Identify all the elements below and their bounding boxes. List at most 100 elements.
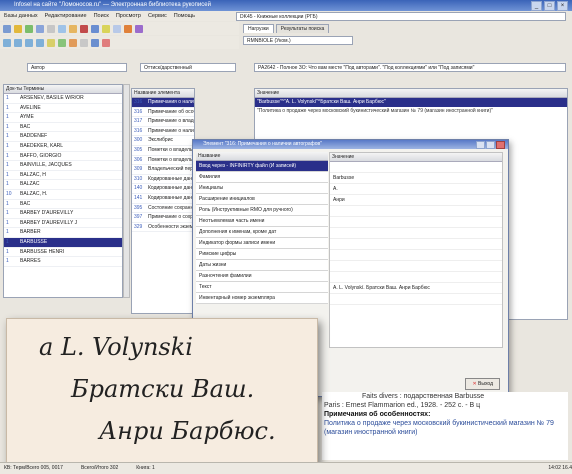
value-highlight[interactable]: "Barbusse"^"A. L. Volynskí"^Братски Ваш.… xyxy=(255,98,567,107)
maximize-icon[interactable]: □ xyxy=(544,1,555,11)
dialog-subfield-value[interactable]: A. xyxy=(330,184,502,195)
list-item[interactable]: 1 BALZAC xyxy=(4,180,122,190)
dialog-subfield-name[interactable]: Инициалы xyxy=(196,183,328,194)
list-item[interactable]: 1 BAFFO, GIORGIO xyxy=(4,152,122,162)
field-row[interactable]: 306 Пометки о владельце xyxy=(132,156,194,166)
dialog-subfield-value[interactable]: Barbusse xyxy=(330,173,502,184)
fields-list-header[interactable]: Название элемента xyxy=(132,89,194,98)
print-icon[interactable] xyxy=(36,24,44,33)
format-select[interactable]: RMNBIOLE (Уком.) xyxy=(243,36,353,45)
refresh-icon[interactable] xyxy=(80,38,88,47)
qualifier-select[interactable]: Оттиск/дарственный xyxy=(140,63,236,72)
menu-item-databases[interactable]: Базы данных xyxy=(4,11,38,21)
delete-icon[interactable] xyxy=(80,24,88,33)
dialog-subfield-value[interactable] xyxy=(330,261,502,272)
field-row[interactable]: 300 Экслибрис xyxy=(132,136,194,146)
dialog-subfield-name[interactable]: Даты жизни xyxy=(196,260,328,271)
copy-icon[interactable] xyxy=(58,24,66,33)
menu-item-help[interactable]: Помощь xyxy=(174,11,195,21)
field-row[interactable]: 329 Особенности экземпляра xyxy=(132,223,194,233)
list-item[interactable]: 1 BAC xyxy=(4,123,122,133)
list-item[interactable]: 1 BADDENEF xyxy=(4,132,122,142)
list-item[interactable]: 10 BALZAC, H. xyxy=(4,190,122,200)
open-icon[interactable] xyxy=(14,24,22,33)
dialog-subfield-value[interactable] xyxy=(330,206,502,217)
prev-record-icon[interactable] xyxy=(14,38,22,47)
field-row[interactable]: 316 Примечание об особенностях экземпляра xyxy=(132,108,194,118)
field-row[interactable]: 395 Состояние сохранности xyxy=(132,204,194,214)
next-record-icon[interactable] xyxy=(25,38,33,47)
field-row[interactable]: 316 Примечание о наличии автографов xyxy=(132,127,194,137)
list-item[interactable]: 1 BALZAC, H xyxy=(4,171,122,181)
menu-item-view[interactable]: Просмотр xyxy=(116,11,141,21)
save-icon[interactable] xyxy=(25,24,33,33)
dialog-subfield-name[interactable]: Текст xyxy=(196,282,328,293)
bold-icon[interactable] xyxy=(124,24,132,33)
dialog-subfield-name[interactable]: Неотъемлемая часть имени xyxy=(196,216,328,227)
zoom-icon[interactable] xyxy=(135,24,143,33)
value-panel-header[interactable]: Значение xyxy=(255,89,567,98)
list-item[interactable]: 1 BAC xyxy=(4,200,122,210)
stop-icon[interactable] xyxy=(102,38,110,47)
dialog-subfield-value[interactable] xyxy=(330,162,502,173)
minimize-icon[interactable]: _ xyxy=(531,1,542,11)
bookmark-icon[interactable] xyxy=(47,38,55,47)
list-item[interactable]: 1 BARBUSSE xyxy=(4,237,122,248)
dialog-subfield-value[interactable]: A. L. Volynskí. Братски Ваш. Анри Барбюс xyxy=(330,283,502,294)
menu-item-service[interactable]: Сервис xyxy=(148,11,167,21)
dialog-subfield-name[interactable]: Расширение инициалов xyxy=(196,194,328,205)
list-item[interactable]: 1 BARBEY D'AUREVILLY J xyxy=(4,219,122,229)
dialog-subfield-value[interactable] xyxy=(330,217,502,228)
import-icon[interactable] xyxy=(69,38,77,47)
database-select[interactable]: DK45 - Книжные коллекции (РГБ) xyxy=(236,12,566,21)
docs-column-header[interactable]: Док-ты xyxy=(6,86,22,92)
dialog-exit-button[interactable]: ✕ Выход xyxy=(465,378,500,390)
search-field-select[interactable]: Автор xyxy=(27,63,127,72)
paste-icon[interactable] xyxy=(69,24,77,33)
field-row[interactable]: 141 Кодированные данные xyxy=(132,194,194,204)
dialog-close-icon[interactable] xyxy=(496,141,505,149)
dialog-maximize-icon[interactable] xyxy=(486,141,495,149)
settings-icon[interactable] xyxy=(91,38,99,47)
tab-search-results[interactable]: Результаты поиска xyxy=(275,24,330,33)
field-row[interactable]: 397 Примечание о сохранности xyxy=(132,213,194,223)
dialog-subfield-value[interactable] xyxy=(330,294,502,305)
field-row[interactable]: 317 Примечание о владельческих пометках xyxy=(132,117,194,127)
list-item[interactable]: 1 ARSENEV, BASILE W/R/OR xyxy=(4,94,122,104)
query-select[interactable]: РА2642 - Полное ЗО: Что вам месте "Под а… xyxy=(254,63,566,72)
list-item[interactable]: 1 AYME xyxy=(4,113,122,123)
field-row[interactable]: 140 Кодированные данные xyxy=(132,184,194,194)
dialog-subfield-value[interactable] xyxy=(330,272,502,283)
sort-icon[interactable] xyxy=(113,24,121,33)
list-item[interactable]: 1 BARBER xyxy=(4,228,122,238)
dialog-subfield-value[interactable] xyxy=(330,228,502,239)
field-row[interactable]: 316 Примечания о наличии автографов xyxy=(132,98,194,108)
dialog-subfield-value[interactable] xyxy=(330,239,502,250)
dialog-subfield-value[interactable]: Анри xyxy=(330,195,502,206)
terms-column-header[interactable]: Термины xyxy=(23,86,44,92)
last-record-icon[interactable] xyxy=(36,38,44,47)
dialog-subfield-name[interactable]: Дополнения к именам, кроме дат xyxy=(196,227,328,238)
terms-scrollbar[interactable] xyxy=(123,84,130,298)
dialog-subfield-name[interactable]: Индикатор формы записи имени xyxy=(196,238,328,249)
list-item[interactable]: 1 BAINVILLE, JACQUES xyxy=(4,161,122,171)
dialog-subfield-value[interactable] xyxy=(330,250,502,261)
list-item[interactable]: 1 BARRES xyxy=(4,257,122,267)
dialog-subfield-name[interactable]: Инвентарный номер экземпляра xyxy=(196,293,328,304)
dialog-subfield-name[interactable]: Римские цифры xyxy=(196,249,328,260)
list-item[interactable]: 1 BARBEY D'AUREVILLY xyxy=(4,209,122,219)
field-row[interactable]: 310 Кодированные данные xyxy=(132,175,194,185)
cut-icon[interactable] xyxy=(47,24,55,33)
close-icon[interactable]: × xyxy=(557,1,568,11)
list-item[interactable]: 1 BARBUSSE HENRI xyxy=(4,248,122,258)
dialog-subfield-name[interactable]: Фамилия xyxy=(196,172,328,183)
first-record-icon[interactable] xyxy=(3,38,11,47)
field-row[interactable]: 305 Пометки о владельце xyxy=(132,146,194,156)
search-icon[interactable] xyxy=(91,24,99,33)
dialog-subfield-name[interactable]: Разночтения фамилии xyxy=(196,271,328,282)
field-row[interactable]: 309 Владельческий переплёт xyxy=(132,165,194,175)
dialog-subfield-name[interactable]: Ввод через - INFINIRTY файл (И записей) xyxy=(196,161,328,172)
menu-item-search[interactable]: Поиск xyxy=(94,11,109,21)
list-item[interactable]: 1 BAEDEKER, KARL xyxy=(4,142,122,152)
list-item[interactable]: 1 AVELINE xyxy=(4,104,122,114)
